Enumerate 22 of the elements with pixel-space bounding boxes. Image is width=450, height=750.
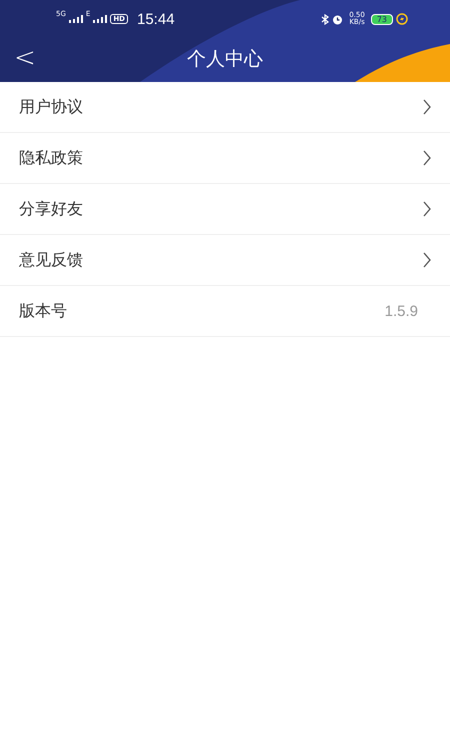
chevron-right-icon <box>422 99 432 115</box>
charging-icon <box>396 13 408 25</box>
signal-icon <box>68 15 83 23</box>
item-label: 隐私政策 <box>19 148 84 168</box>
item-label: 意见反馈 <box>19 250 84 270</box>
chevron-right-icon <box>422 150 432 166</box>
bluetooth-icon <box>321 14 330 24</box>
status-time: 15:44 <box>137 10 175 28</box>
chevron-right-icon <box>422 201 432 217</box>
signal-icon <box>93 15 108 23</box>
back-button[interactable]: < <box>0 44 50 72</box>
menu-item[interactable]: 用户协议 <box>0 82 450 133</box>
version-value: 1.5.9 <box>384 302 418 320</box>
menu-item[interactable]: 隐私政策 <box>0 133 450 184</box>
item-label: 版本号 <box>19 300 68 322</box>
alarm-icon <box>332 14 344 24</box>
item-label: 分享好友 <box>19 198 84 220</box>
chevron-right-icon <box>422 252 432 268</box>
menu-item[interactable]: 分享好友 <box>0 184 450 235</box>
page-title: 个人中心 <box>187 48 263 70</box>
menu-item[interactable]: 意见反馈 <box>0 235 450 286</box>
item-label: 用户协议 <box>19 96 84 118</box>
